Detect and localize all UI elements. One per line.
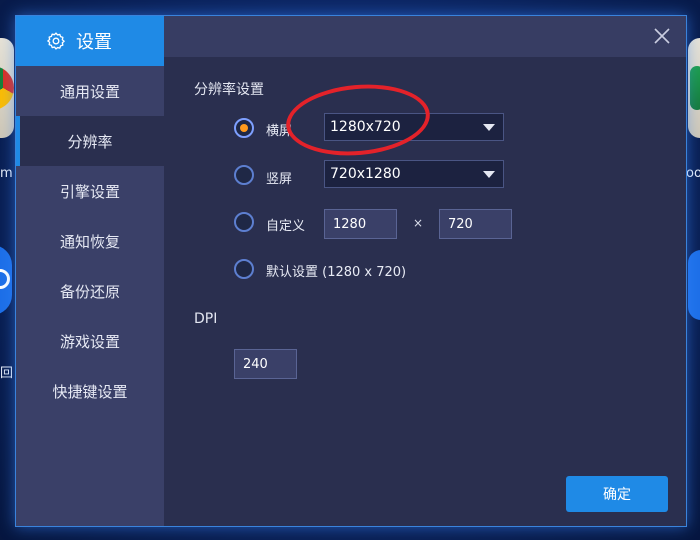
confirm-button[interactable]: 确定 — [566, 476, 668, 512]
desktop-app-icon-blue[interactable] — [0, 245, 12, 315]
desktop-app-icon-chrome[interactable] — [0, 38, 14, 138]
times-sign: × — [413, 216, 424, 230]
custom-radio[interactable] — [234, 212, 254, 232]
desktop-app-icon-blue-right[interactable] — [688, 250, 700, 320]
chevron-down-icon — [483, 171, 495, 178]
nav-item-backup[interactable]: 备份还原 — [16, 266, 164, 316]
sidebar-header: 设置 — [16, 16, 164, 66]
settings-sidebar: 设置 通用设置 分辨率 引擎设置 通知恢复 备份还原 游戏设置 快捷键设置 — [16, 16, 164, 526]
nav-item-label: 通知恢复 — [59, 232, 120, 251]
portrait-label: 竖屏 — [266, 172, 293, 187]
default-label: 默认设置 (1280 x 720) — [266, 265, 407, 280]
dialog-topbar — [164, 16, 686, 57]
landscape-label: 横屏 — [266, 124, 293, 139]
dpi-input[interactable]: 240 — [234, 349, 297, 379]
gear-icon — [47, 32, 65, 50]
nav-item-game[interactable]: 游戏设置 — [16, 316, 164, 366]
edge-label-right-1: oo — [686, 166, 700, 181]
nav-item-label: 通用设置 — [59, 82, 120, 101]
nav-item-label: 游戏设置 — [59, 332, 120, 351]
dpi-title: DPI — [194, 311, 218, 327]
desktop-app-icon-green[interactable] — [688, 38, 700, 138]
green-app-icon — [690, 66, 700, 110]
nav-item-shortcuts[interactable]: 快捷键设置 — [16, 366, 164, 416]
dialog-title: 设置 — [76, 32, 112, 53]
custom-width-input[interactable]: 1280 — [324, 209, 397, 239]
nav-item-resolution[interactable]: 分辨率 — [16, 116, 164, 166]
edge-label-left-1: m — [0, 166, 13, 181]
portrait-radio[interactable] — [234, 165, 254, 185]
nav-item-engine[interactable]: 引擎设置 — [16, 166, 164, 216]
portrait-resolution-value: 720x1280 — [330, 166, 401, 182]
landscape-resolution-value: 1280x720 — [330, 119, 401, 135]
landscape-resolution-select[interactable]: 1280x720 — [324, 113, 504, 141]
custom-label: 自定义 — [266, 219, 306, 234]
nav-item-label: 快捷键设置 — [52, 382, 128, 401]
landscape-radio[interactable] — [234, 118, 254, 138]
chrome-icon — [0, 66, 14, 110]
ring-icon — [0, 269, 10, 289]
resolution-panel: 分辨率设置 横屏 1280x720 竖屏 720x1280 自定义 1280 ×… — [164, 57, 686, 526]
custom-height-input[interactable]: 720 — [439, 209, 512, 239]
nav-item-general[interactable]: 通用设置 — [16, 66, 164, 116]
settings-dialog: 设置 通用设置 分辨率 引擎设置 通知恢复 备份还原 游戏设置 快捷键设置 分辨… — [15, 15, 687, 527]
nav-item-label: 引擎设置 — [59, 182, 120, 201]
resolution-section-title: 分辨率设置 — [194, 82, 264, 98]
edge-label-left-2: 回 — [0, 366, 14, 381]
portrait-resolution-select[interactable]: 720x1280 — [324, 160, 504, 188]
default-radio[interactable] — [234, 259, 254, 279]
nav-item-notification[interactable]: 通知恢复 — [16, 216, 164, 266]
nav-item-label: 分辨率 — [67, 132, 113, 151]
nav-item-label: 备份还原 — [59, 282, 120, 301]
chevron-down-icon — [483, 124, 495, 131]
close-icon[interactable] — [652, 26, 672, 46]
